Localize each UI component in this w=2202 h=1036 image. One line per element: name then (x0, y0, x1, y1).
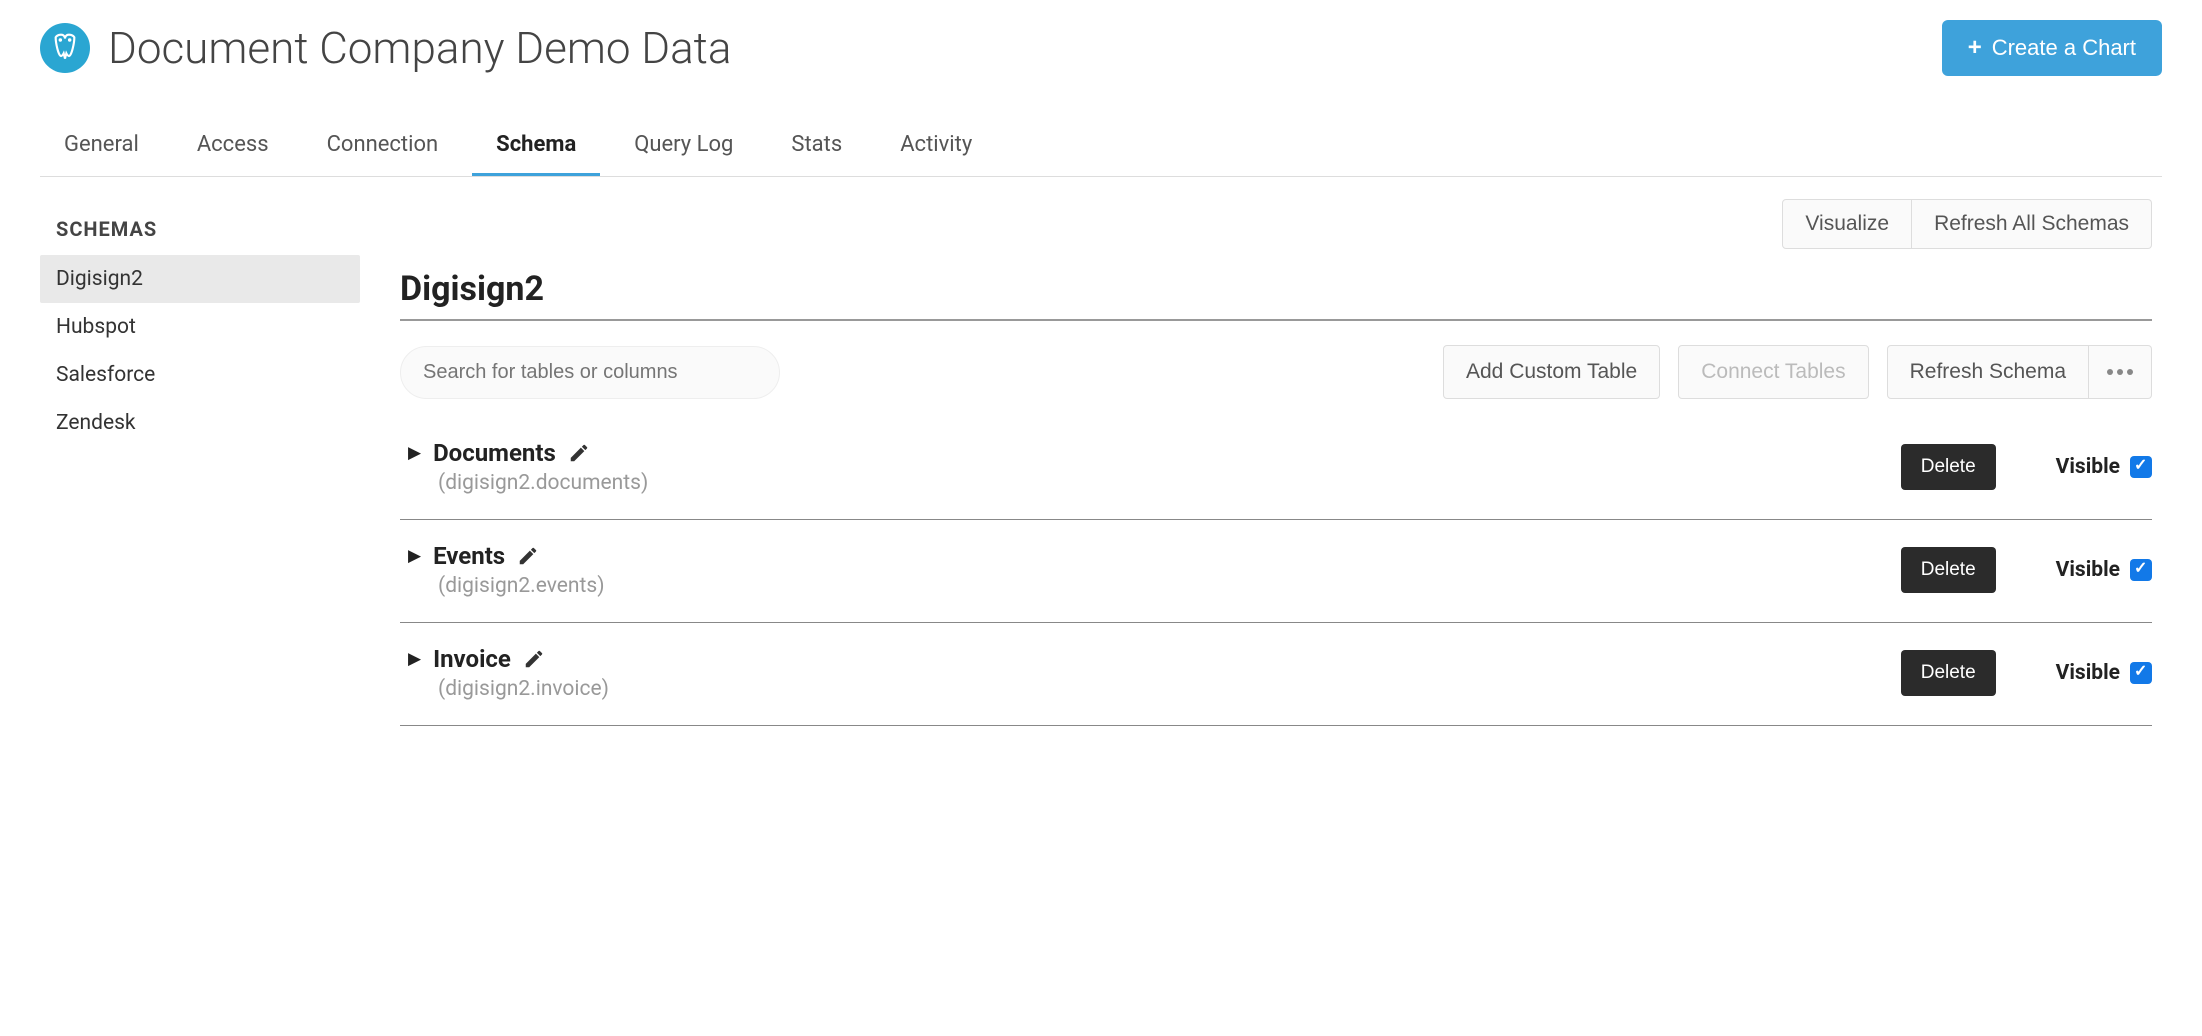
table-path: (digisign2.invoice) (408, 677, 609, 701)
visible-checkbox[interactable] (2130, 456, 2152, 478)
visible-label: Visible (2056, 558, 2120, 582)
header-left: Document Company Demo Data (40, 22, 731, 74)
pencil-icon[interactable] (517, 545, 539, 567)
visible-toggle[interactable]: Visible (2056, 558, 2152, 582)
table-path: (digisign2.events) (408, 574, 605, 598)
tabs: GeneralAccessConnectionSchemaQuery LogSt… (40, 116, 2162, 177)
create-chart-label: Create a Chart (1992, 35, 2136, 61)
visible-checkbox[interactable] (2130, 662, 2152, 684)
sidebar-item-zendesk[interactable]: Zendesk (40, 399, 360, 447)
postgres-icon (40, 23, 90, 73)
delete-button[interactable]: Delete (1901, 650, 1996, 696)
more-actions-button[interactable] (2089, 345, 2152, 399)
delete-button[interactable]: Delete (1901, 547, 1996, 593)
table-actions: Delete Visible (1901, 650, 2152, 696)
visible-toggle[interactable]: Visible (2056, 455, 2152, 479)
table-info: ▶ Documents (digisign2.documents) (400, 439, 648, 495)
refresh-all-schemas-button[interactable]: Refresh All Schemas (1912, 199, 2152, 249)
search-input[interactable] (400, 346, 780, 399)
table-row: ▶ Invoice (digisign2.invoice) Delete Vis… (400, 623, 2152, 726)
visible-label: Visible (2056, 661, 2120, 685)
tab-connection[interactable]: Connection (303, 116, 463, 176)
refresh-schema-button[interactable]: Refresh Schema (1887, 345, 2089, 399)
pencil-icon[interactable] (568, 442, 590, 464)
table-path: (digisign2.documents) (408, 471, 648, 495)
toolbar: Add Custom Table Connect Tables Refresh … (400, 345, 2152, 399)
tab-general[interactable]: General (40, 116, 163, 176)
sidebar: SCHEMAS Digisign2HubspotSalesforceZendes… (40, 217, 360, 726)
top-actions: Visualize Refresh All Schemas (400, 199, 2152, 249)
ellipsis-icon (2107, 369, 2133, 375)
sidebar-item-salesforce[interactable]: Salesforce (40, 351, 360, 399)
tab-activity[interactable]: Activity (876, 116, 996, 176)
caret-right-icon[interactable]: ▶ (408, 649, 421, 669)
table-actions: Delete Visible (1901, 547, 2152, 593)
page-header: Document Company Demo Data + Create a Ch… (40, 20, 2162, 76)
sidebar-item-hubspot[interactable]: Hubspot (40, 303, 360, 351)
table-actions: Delete Visible (1901, 444, 2152, 490)
table-name: Events (433, 542, 505, 570)
visible-toggle[interactable]: Visible (2056, 661, 2152, 685)
page-title: Document Company Demo Data (108, 22, 731, 74)
table-info: ▶ Invoice (digisign2.invoice) (400, 645, 609, 701)
tab-query-log[interactable]: Query Log (610, 116, 757, 176)
create-chart-button[interactable]: + Create a Chart (1942, 20, 2162, 76)
connect-tables-button[interactable]: Connect Tables (1678, 345, 1868, 399)
tab-stats[interactable]: Stats (767, 116, 866, 176)
visible-checkbox[interactable] (2130, 559, 2152, 581)
add-custom-table-button[interactable]: Add Custom Table (1443, 345, 1660, 399)
delete-button[interactable]: Delete (1901, 444, 1996, 490)
visualize-button[interactable]: Visualize (1782, 199, 1912, 249)
tab-access[interactable]: Access (173, 116, 293, 176)
sidebar-item-digisign2[interactable]: Digisign2 (40, 255, 360, 303)
table-info: ▶ Events (digisign2.events) (400, 542, 605, 598)
sidebar-title: SCHEMAS (40, 217, 360, 255)
table-name: Documents (433, 439, 556, 467)
main-panel: Visualize Refresh All Schemas Digisign2 … (400, 217, 2162, 726)
table-row: ▶ Events (digisign2.events) Delete Visib… (400, 520, 2152, 623)
caret-right-icon[interactable]: ▶ (408, 443, 421, 463)
pencil-icon[interactable] (523, 648, 545, 670)
tab-schema[interactable]: Schema (472, 116, 600, 176)
caret-right-icon[interactable]: ▶ (408, 546, 421, 566)
table-name: Invoice (433, 645, 511, 673)
table-row: ▶ Documents (digisign2.documents) Delete… (400, 417, 2152, 520)
plus-icon: + (1968, 34, 1982, 62)
schema-title: Digisign2 (400, 269, 2152, 321)
visible-label: Visible (2056, 455, 2120, 479)
